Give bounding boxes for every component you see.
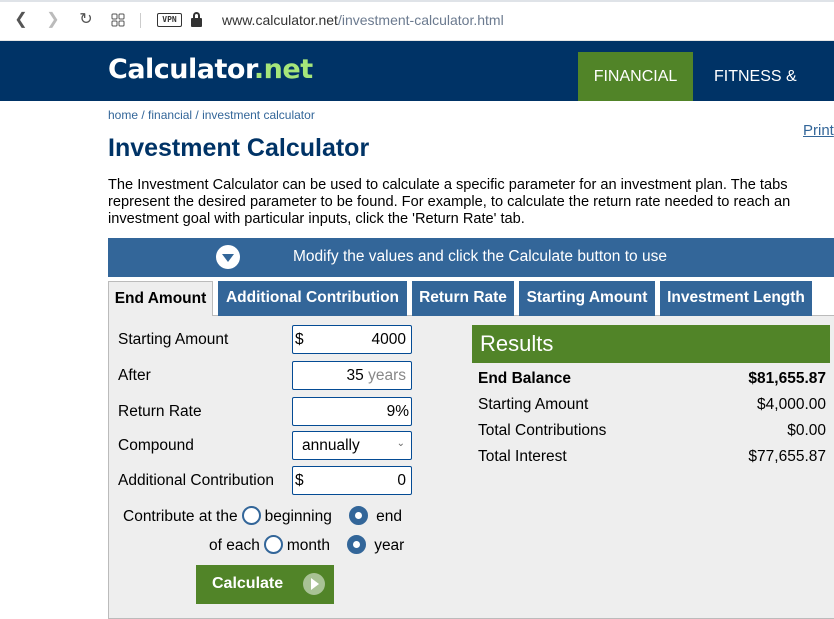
result-label: Total Contributions <box>478 422 607 439</box>
additional-contribution-label: Additional Contribution <box>118 472 274 489</box>
calculate-button[interactable]: Calculate <box>196 565 334 604</box>
results-header: Results <box>472 325 830 363</box>
page-title: Investment Calculator <box>108 134 370 162</box>
print-link[interactable]: Print <box>803 122 834 139</box>
tab-end-amount[interactable]: End Amount <box>108 281 213 317</box>
back-icon[interactable]: ❮ <box>11 10 31 30</box>
result-value: $4,000.00 <box>757 396 826 413</box>
logo-dot-net: .net <box>253 54 313 85</box>
additional-contribution-value: 0 <box>397 472 406 489</box>
nav-financial[interactable]: FINANCIAL <box>578 52 693 101</box>
month-label: month <box>286 537 330 554</box>
starting-amount-input[interactable]: $ 4000 <box>292 325 412 354</box>
result-value: $81,655.87 <box>748 370 826 387</box>
return-rate-value: 9% <box>387 403 409 421</box>
percent-unit: % <box>395 403 409 420</box>
tabs-grid-icon[interactable] <box>108 10 128 30</box>
contribute-at-label: Contribute at the <box>123 508 238 525</box>
radio-year[interactable] <box>346 535 366 554</box>
breadcrumb: home / financial / investment calculator <box>108 108 315 122</box>
starting-amount-label: Starting Amount <box>118 331 229 348</box>
compound-select[interactable]: annually ⌄ <box>292 431 412 460</box>
of-each-label: of each <box>209 537 260 554</box>
compound-label: Compound <box>118 437 194 454</box>
radio-month[interactable] <box>263 535 283 554</box>
address-bar[interactable]: www.calculator.net/investment-calculator… <box>222 12 504 28</box>
logo-text: Calculator <box>108 54 254 85</box>
intro-text: The Investment Calculator can be used to… <box>108 177 791 227</box>
site-header: Calculator.net FINANCIAL FITNESS & HEA <box>0 41 834 134</box>
result-label: Total Interest <box>478 448 567 465</box>
tab-additional-contribution[interactable]: Additional Contribution <box>218 281 407 316</box>
tab-starting-amount[interactable]: Starting Amount <box>519 281 655 316</box>
result-value: $0.00 <box>787 422 826 439</box>
lock-icon[interactable] <box>191 12 202 27</box>
breadcrumb-separator: / <box>138 108 149 122</box>
end-label: end <box>376 508 402 525</box>
after-label: After <box>118 367 151 384</box>
year-label: year <box>374 537 405 554</box>
play-icon <box>303 573 325 595</box>
return-rate-number: 9 <box>386 403 396 420</box>
url-path: /investment-calculator.html <box>337 12 504 28</box>
tab-return-rate[interactable]: Return Rate <box>412 281 514 316</box>
years-value: 35 years <box>347 367 406 385</box>
forward-icon[interactable]: ❯ <box>43 10 63 30</box>
compound-value: annually <box>302 437 360 454</box>
result-label: Starting Amount <box>478 396 589 413</box>
result-row-total-contributions: Total Contributions $0.00 <box>478 422 826 440</box>
result-row-end-balance: End Balance $81,655.87 <box>478 370 826 388</box>
nav-fitness-health[interactable]: FITNESS & HEA <box>698 52 834 134</box>
breadcrumb-separator: / <box>192 108 203 122</box>
calculator-panel: Starting Amount $ 4000 After 35 years Re… <box>108 316 834 619</box>
investment-years-input[interactable]: 35 years <box>292 361 412 390</box>
browser-toolbar: ❮ ❯ ↻ VPN www.calculator.net/investment-… <box>0 0 834 41</box>
years-unit: years <box>368 367 406 384</box>
radio-beginning[interactable] <box>241 506 261 525</box>
return-rate-input[interactable]: 9% <box>292 397 412 426</box>
collapse-toggle-icon[interactable] <box>216 245 240 269</box>
return-rate-label: Return Rate <box>118 403 202 420</box>
contribute-timing-row: Contribute at the beginning end <box>123 506 402 526</box>
breadcrumb-home[interactable]: home <box>108 108 138 122</box>
modify-values-bar: Modify the values and click the Calculat… <box>108 238 834 277</box>
toolbar-divider <box>140 13 141 28</box>
vpn-icon[interactable]: VPN <box>157 13 182 27</box>
breadcrumb-financial[interactable]: financial <box>148 108 192 122</box>
result-row-total-interest: Total Interest $77,655.87 <box>478 448 826 466</box>
tab-strip-edge <box>0 0 834 2</box>
calculator-tabs: End Amount Additional Contribution Retur… <box>108 281 834 317</box>
tab-investment-length[interactable]: Investment Length <box>660 281 812 316</box>
contribute-frequency-row: of each month year <box>209 535 404 555</box>
currency-prefix: $ <box>295 331 304 348</box>
currency-prefix: $ <box>295 472 304 489</box>
result-value: $77,655.87 <box>748 448 826 465</box>
calculate-label: Calculate <box>212 575 284 592</box>
reload-icon[interactable]: ↻ <box>76 10 96 30</box>
result-row-starting-amount: Starting Amount $4,000.00 <box>478 396 826 414</box>
starting-amount-value: 4000 <box>371 331 406 348</box>
chevron-down-icon: ⌄ <box>396 438 405 449</box>
modify-values-text: Modify the values and click the Calculat… <box>293 248 667 265</box>
breadcrumb-investment-calculator[interactable]: investment calculator <box>202 108 315 122</box>
years-number: 35 <box>346 367 364 384</box>
additional-contribution-input[interactable]: $ 0 <box>292 466 412 495</box>
result-label: End Balance <box>478 370 572 387</box>
url-host: www.calculator.net <box>222 12 338 28</box>
radio-end[interactable] <box>348 506 368 525</box>
site-logo[interactable]: Calculator.net <box>108 54 313 85</box>
beginning-label: beginning <box>264 508 332 525</box>
